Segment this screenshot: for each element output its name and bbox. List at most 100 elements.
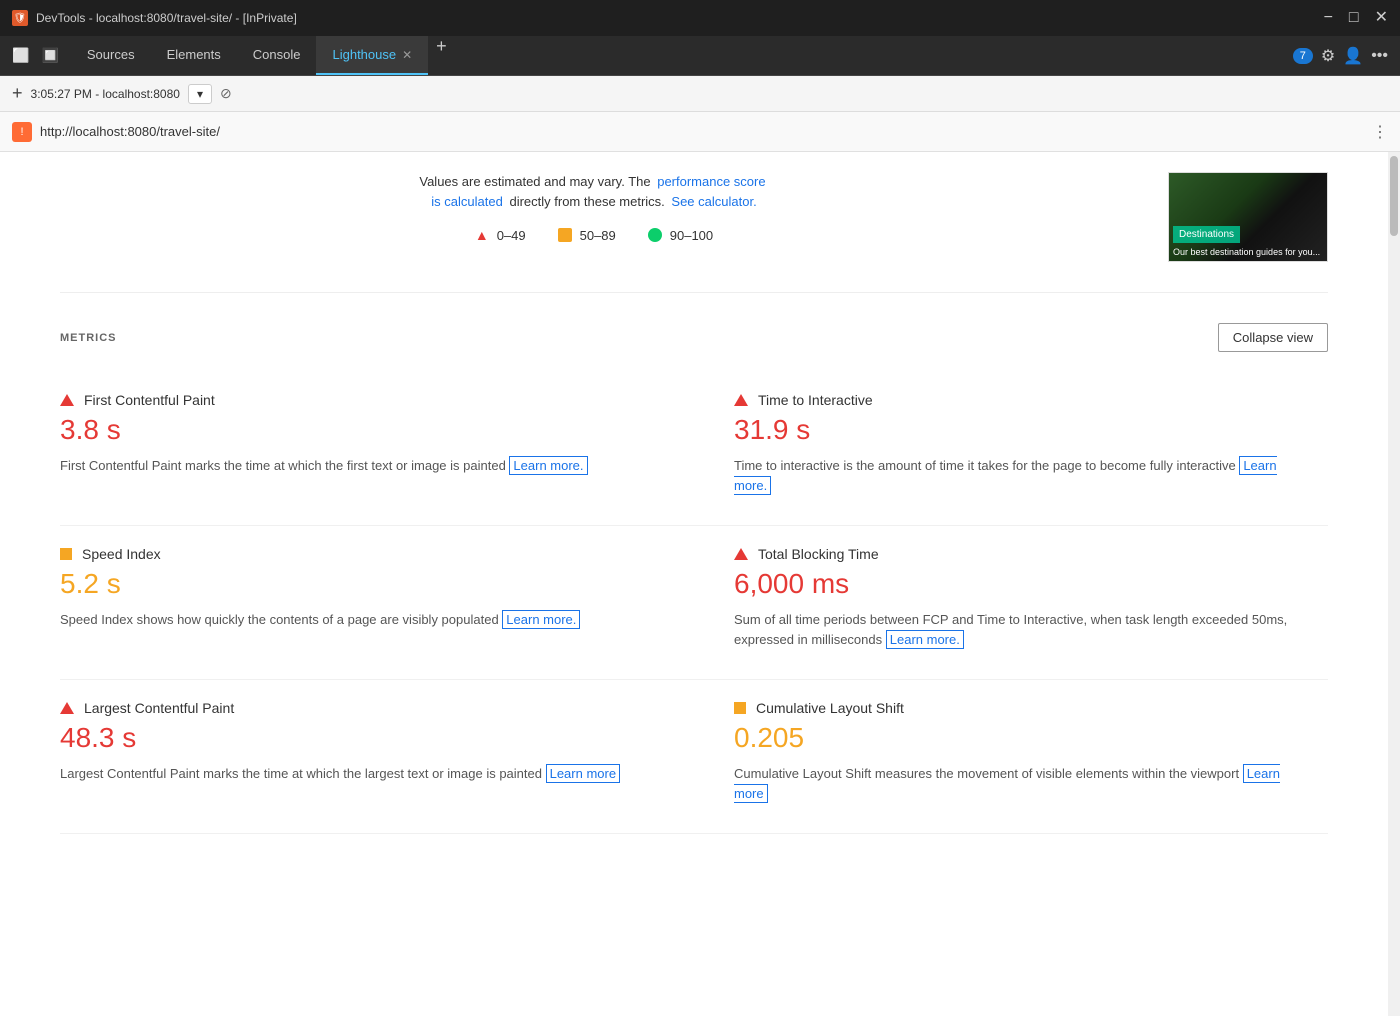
si-description: Speed Index shows how quickly the conten… <box>60 610 634 630</box>
performance-score-link[interactable]: performance score <box>654 173 768 190</box>
settings-icon[interactable]: ⚙ <box>1321 46 1335 66</box>
score-section: Values are estimated and may vary. The p… <box>60 152 1328 293</box>
inspect-icon[interactable]: 🔲 <box>37 43 62 68</box>
red-triangle-icon: ▲ <box>475 227 489 243</box>
add-panel-button[interactable]: + <box>12 83 23 104</box>
green-range: 90–100 <box>670 228 713 243</box>
lcp-description: Largest Contentful Paint marks the time … <box>60 764 634 784</box>
scrollbar-track[interactable] <box>1388 152 1400 1016</box>
orange-square-icon <box>558 228 572 242</box>
fcp-value: 3.8 s <box>60 414 634 446</box>
restore-button[interactable]: □ <box>1349 10 1359 26</box>
metric-cls: Cumulative Layout Shift 0.205 Cumulative… <box>694 680 1328 834</box>
tbt-name: Total Blocking Time <box>758 546 879 562</box>
desc-text-2: directly from these metrics. <box>509 194 668 209</box>
stop-icon[interactable]: ⊘ <box>220 85 232 102</box>
lcp-status-icon <box>60 702 74 714</box>
si-learn-more-link[interactable]: Learn more. <box>502 610 580 629</box>
cls-name: Cumulative Layout Shift <box>756 700 904 716</box>
tab-elements[interactable]: Elements <box>151 36 237 75</box>
address-menu-icon[interactable]: ⋮ <box>1372 122 1388 142</box>
red-range: 0–49 <box>497 228 526 243</box>
account-icon[interactable]: 👤 <box>1343 46 1363 66</box>
url-dropdown[interactable]: ▾ <box>188 84 212 104</box>
title-bar: 🛡 DevTools - localhost:8080/travel-site/… <box>0 0 1400 36</box>
green-circle-icon <box>648 228 662 242</box>
see-calculator-link[interactable]: See calculator. <box>668 193 759 210</box>
metric-fcp-header: First Contentful Paint <box>60 392 634 408</box>
metric-fcp: First Contentful Paint 3.8 s First Conte… <box>60 372 694 526</box>
tti-status-icon <box>734 394 748 406</box>
metrics-grid: First Contentful Paint 3.8 s First Conte… <box>60 372 1328 834</box>
score-legend-area: Values are estimated and may vary. The p… <box>60 172 1128 243</box>
timestamp-url: 3:05:27 PM - localhost:8080 <box>31 87 180 101</box>
tti-description: Time to interactive is the amount of tim… <box>734 456 1308 495</box>
tti-value: 31.9 s <box>734 414 1308 446</box>
score-description: Values are estimated and may vary. The p… <box>60 172 1128 211</box>
content-area: Values are estimated and may vary. The p… <box>0 152 1388 1016</box>
desc-text-1: Values are estimated and may vary. The <box>419 174 654 189</box>
tab-bar-left-icons: ⬜ 🔲 <box>0 36 71 75</box>
is-calculated-link[interactable]: is calculated <box>428 193 506 210</box>
metric-tbt: Total Blocking Time 6,000 ms Sum of all … <box>694 526 1328 680</box>
score-legend: ▲ 0–49 50–89 90–100 <box>60 227 1128 243</box>
legend-orange: 50–89 <box>558 228 616 243</box>
tti-name: Time to Interactive <box>758 392 873 408</box>
window-title: DevTools - localhost:8080/travel-site/ -… <box>36 11 297 25</box>
tab-close-icon[interactable]: ✕ <box>402 48 412 62</box>
thumbnail-caption: Our best destination guides for you... <box>1169 247 1327 261</box>
cls-description: Cumulative Layout Shift measures the mov… <box>734 764 1308 803</box>
legend-red: ▲ 0–49 <box>475 227 526 243</box>
close-button[interactable]: ✕ <box>1375 10 1388 26</box>
devtools-favicon: 🛡 <box>12 10 28 26</box>
tab-lighthouse[interactable]: Lighthouse ✕ <box>316 36 428 75</box>
metric-tbt-header: Total Blocking Time <box>734 546 1308 562</box>
si-name: Speed Index <box>82 546 161 562</box>
site-thumbnail: Destinations Our best destination guides… <box>1168 172 1328 262</box>
si-value: 5.2 s <box>60 568 634 600</box>
tbt-value: 6,000 ms <box>734 568 1308 600</box>
address-bar: ! http://localhost:8080/travel-site/ ⋮ <box>0 112 1400 152</box>
metrics-header: METRICS Collapse view <box>60 323 1328 352</box>
title-bar-left: 🛡 DevTools - localhost:8080/travel-site/… <box>12 10 297 26</box>
legend-green: 90–100 <box>648 228 713 243</box>
tabs-container: Sources Elements Console Lighthouse ✕ + <box>71 36 1281 75</box>
thumbnail-overlay: Destinations <box>1173 226 1240 243</box>
metric-cls-header: Cumulative Layout Shift <box>734 700 1308 716</box>
si-status-icon <box>60 548 72 560</box>
metric-lcp: Largest Contentful Paint 48.3 s Largest … <box>60 680 694 834</box>
address-url: http://localhost:8080/travel-site/ <box>40 124 1364 139</box>
more-options-icon[interactable]: ••• <box>1371 47 1388 65</box>
site-favicon: ! <box>12 122 32 142</box>
fcp-learn-more-link[interactable]: Learn more. <box>509 456 587 475</box>
scrollbar-thumb[interactable] <box>1390 156 1398 236</box>
tab-bar-right: 7 ⚙ 👤 ••• <box>1281 36 1400 75</box>
tab-sources[interactable]: Sources <box>71 36 151 75</box>
metric-lcp-header: Largest Contentful Paint <box>60 700 634 716</box>
collapse-view-button[interactable]: Collapse view <box>1218 323 1328 352</box>
metric-tti: Time to Interactive 31.9 s Time to inter… <box>694 372 1328 526</box>
tab-console[interactable]: Console <box>237 36 317 75</box>
tbt-description: Sum of all time periods between FCP and … <box>734 610 1308 649</box>
main-content: Values are estimated and may vary. The p… <box>0 152 1400 1016</box>
notification-badge: 7 <box>1293 48 1313 64</box>
device-emulation-icon[interactable]: ⬜ <box>8 43 33 68</box>
cls-value: 0.205 <box>734 722 1308 754</box>
tbt-status-icon <box>734 548 748 560</box>
lcp-value: 48.3 s <box>60 722 634 754</box>
metric-si: Speed Index 5.2 s Speed Index shows how … <box>60 526 694 680</box>
tbt-learn-more-link[interactable]: Learn more. <box>886 630 964 649</box>
metric-si-header: Speed Index <box>60 546 634 562</box>
fcp-description: First Contentful Paint marks the time at… <box>60 456 634 476</box>
new-tab-button[interactable]: + <box>428 36 455 75</box>
fcp-name: First Contentful Paint <box>84 392 215 408</box>
lcp-name: Largest Contentful Paint <box>84 700 234 716</box>
metrics-title: METRICS <box>60 332 117 344</box>
window-controls[interactable]: − □ ✕ <box>1324 10 1388 26</box>
tab-bar: ⬜ 🔲 Sources Elements Console Lighthouse … <box>0 36 1400 76</box>
metric-tti-header: Time to Interactive <box>734 392 1308 408</box>
minimize-button[interactable]: − <box>1324 10 1333 26</box>
screenshot-thumbnail: Destinations Our best destination guides… <box>1168 172 1328 262</box>
cls-status-icon <box>734 702 746 714</box>
lcp-learn-more-link[interactable]: Learn more <box>546 764 620 783</box>
